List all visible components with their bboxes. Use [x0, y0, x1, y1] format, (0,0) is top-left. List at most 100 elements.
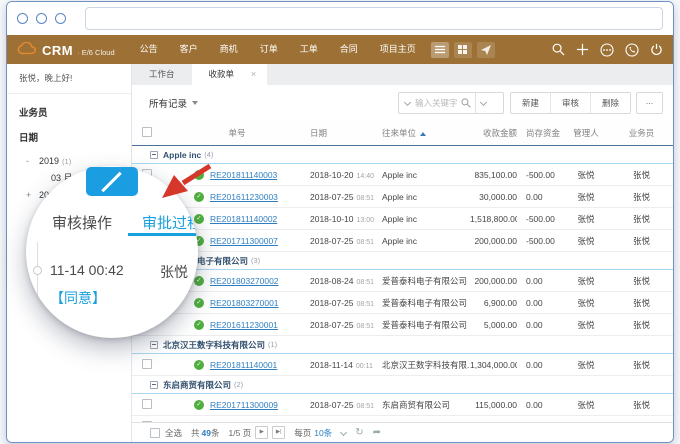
new-button[interactable]: 新建	[511, 93, 550, 113]
column-header-fund[interactable]: 尚存资金	[517, 127, 562, 139]
document-number-link[interactable]: RE201811140003	[210, 170, 277, 180]
column-header-manager[interactable]: 管理人	[562, 127, 610, 139]
approved-status-icon	[194, 298, 204, 308]
manager-value: 张悦	[562, 275, 610, 287]
collapse-toggle-icon[interactable]: -	[26, 153, 29, 169]
select-all-checkbox[interactable]	[142, 127, 152, 137]
last-page-button[interactable]: ▶|	[272, 426, 285, 439]
select-all-label[interactable]: 全选	[165, 427, 182, 439]
nav-item-announcement[interactable]: 公告	[129, 35, 169, 64]
collapse-icon[interactable]	[150, 381, 158, 389]
manager-value: 张悦	[562, 213, 610, 225]
approval-timestamp: 11-14 00:42	[50, 262, 124, 278]
app-logo[interactable]: CRM · E/6 Cloud	[17, 42, 115, 58]
record-filter-dropdown[interactable]: 所有记录	[149, 96, 198, 110]
date-value: 2018-10-10	[310, 214, 353, 224]
plus-icon[interactable]	[576, 43, 589, 56]
amount-value: 1,518,800.00	[470, 214, 517, 224]
column-header-sales[interactable]: 业务员	[610, 127, 673, 139]
main-nav: 公告 客户 商机 订单 工单 合同 项目主页	[129, 35, 427, 64]
power-icon[interactable]	[650, 43, 663, 56]
chevron-down-icon[interactable]	[340, 429, 347, 436]
chevron-down-icon	[480, 99, 487, 106]
date-value: 2018-07-25	[310, 298, 353, 308]
address-bar[interactable]	[85, 7, 663, 30]
nav-item-workorder[interactable]: 工单	[289, 35, 329, 64]
filter-label: 所有记录	[149, 96, 187, 110]
phone-icon[interactable]	[625, 43, 639, 57]
document-number-link[interactable]: RE201711300007	[210, 236, 278, 246]
column-header-amount[interactable]: 收款金额	[470, 127, 517, 139]
time-value: 08:51	[356, 301, 374, 308]
manager-value: 张悦	[562, 319, 610, 331]
tab-label: 工作台	[149, 64, 175, 85]
grid-view-button[interactable]	[454, 42, 472, 58]
sidebar-section-date[interactable]: 日期	[7, 119, 131, 144]
document-number-link[interactable]: RE201611230003	[210, 192, 278, 202]
nav-item-contract[interactable]: 合同	[329, 35, 369, 64]
document-number-link[interactable]: RE201811140002	[210, 214, 277, 224]
group-row[interactable]: 东启商贸有限公司(2)	[132, 376, 673, 394]
tab-workbench[interactable]: 工作台	[132, 64, 192, 85]
column-header-number[interactable]: 单号	[172, 127, 302, 139]
row-checkbox[interactable]	[142, 359, 152, 369]
group-row[interactable]: 爱普泰科电子有限公司(3)	[132, 252, 673, 270]
more-actions-button[interactable]: ...	[636, 92, 663, 114]
audit-button[interactable]: 审核	[550, 93, 590, 113]
next-page-button[interactable]: ▶	[255, 426, 268, 439]
column-header-date[interactable]: 日期	[302, 127, 382, 139]
lens-tab-approval-process[interactable]: 审批过程	[142, 212, 198, 233]
tab-receipts[interactable]: 收款单	[192, 64, 268, 85]
date-value: 2018-08-24	[310, 276, 353, 286]
time-value: 08:51	[356, 403, 374, 410]
select-all-checkbox[interactable]	[150, 428, 160, 438]
date-value: 2018-07-25	[310, 192, 353, 202]
amount-value: 835,100.00	[470, 170, 517, 180]
red-annotation-arrow-icon	[156, 158, 218, 204]
collapse-icon[interactable]	[150, 341, 158, 349]
list-view-button[interactable]	[431, 42, 449, 58]
search-icon[interactable]	[552, 43, 565, 56]
nav-item-customer[interactable]: 客户	[169, 35, 209, 64]
lens-tab-audit-operation[interactable]: 审核操作	[52, 212, 112, 233]
counterparty-value: 爱普泰科电子有限公司	[382, 319, 470, 331]
nav-item-opportunity[interactable]: 商机	[209, 35, 249, 64]
window-control-icon[interactable]	[55, 13, 66, 24]
refresh-icon[interactable]: ↻	[355, 428, 363, 438]
search-input[interactable]	[415, 98, 461, 108]
document-number-link[interactable]: RE201611230001	[210, 320, 278, 330]
nav-item-order[interactable]: 订单	[249, 35, 289, 64]
document-number-link[interactable]: RE201803270001	[210, 298, 279, 308]
column-header-unit[interactable]: 往来单位	[382, 127, 470, 139]
group-row[interactable]: 北京汉王数字科技有限公司(1)	[132, 336, 673, 354]
window-control-icon[interactable]	[17, 13, 28, 24]
time-value: 08:51	[356, 323, 374, 330]
badge-slash-icon	[101, 172, 122, 193]
fund-value: 0.00	[517, 320, 562, 330]
close-icon[interactable]	[249, 64, 258, 85]
tab-bar: 工作台 收款单	[132, 64, 673, 85]
search-options-toggle[interactable]	[476, 100, 491, 105]
forward-icon[interactable]: ➦	[373, 428, 381, 438]
table-row: RE2017113000092018-07-2508:51东启商贸有限公司115…	[132, 394, 673, 416]
salesperson-value: 张悦	[610, 213, 673, 225]
table-row: RE2018032700012018-07-2508:51爱普泰科电子有限公司6…	[132, 292, 673, 314]
document-number-link[interactable]: RE201711300009	[210, 400, 278, 410]
nav-item-project-home[interactable]: 项目主页	[369, 35, 427, 64]
per-page-value[interactable]: 10条	[314, 427, 332, 439]
row-checkbox[interactable]	[142, 399, 152, 409]
amount-value: 6,900.00	[470, 298, 517, 308]
document-number-link[interactable]: RE201811140001	[210, 360, 277, 370]
more-circle-icon[interactable]	[600, 43, 614, 57]
send-view-button[interactable]	[477, 42, 495, 58]
chevron-down-icon[interactable]	[404, 99, 411, 106]
expand-toggle-icon[interactable]: +	[26, 187, 31, 203]
window-control-icon[interactable]	[36, 13, 47, 24]
search-icon[interactable]	[461, 98, 471, 108]
counterparty-value: Apple inc	[382, 214, 470, 224]
document-number-link[interactable]: RE201803270002	[210, 276, 279, 286]
sidebar-section-salesperson[interactable]: 业务员	[7, 94, 131, 119]
table-row: RE2016112300012018-07-2508:51爱普泰科电子有限公司5…	[132, 314, 673, 336]
hamburger-icon	[435, 45, 445, 54]
delete-button[interactable]: 删除	[590, 93, 630, 113]
